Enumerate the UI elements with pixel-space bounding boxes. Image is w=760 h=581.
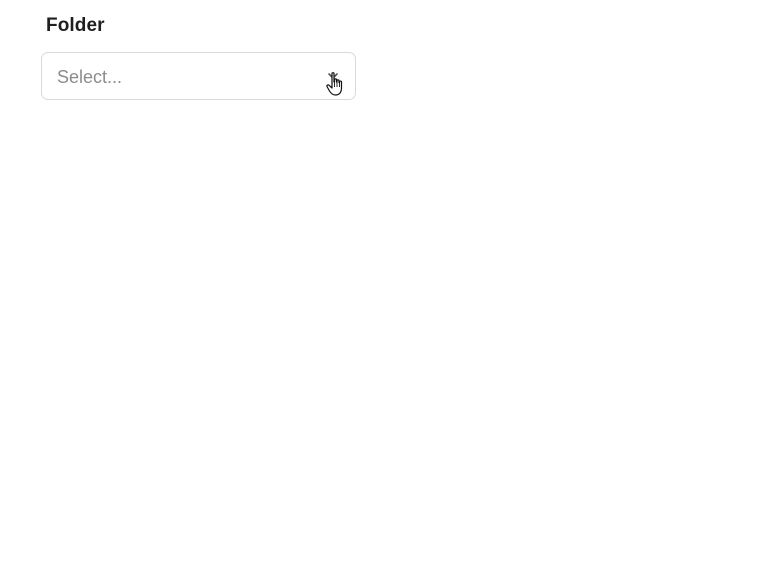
- folder-select-placeholder: Select...: [57, 67, 123, 87]
- folder-label: Folder: [46, 15, 105, 36]
- chevron-down-icon[interactable]: [327, 70, 339, 82]
- page: Folder Select...: [0, 0, 760, 581]
- folder-select[interactable]: Select...: [41, 52, 356, 100]
